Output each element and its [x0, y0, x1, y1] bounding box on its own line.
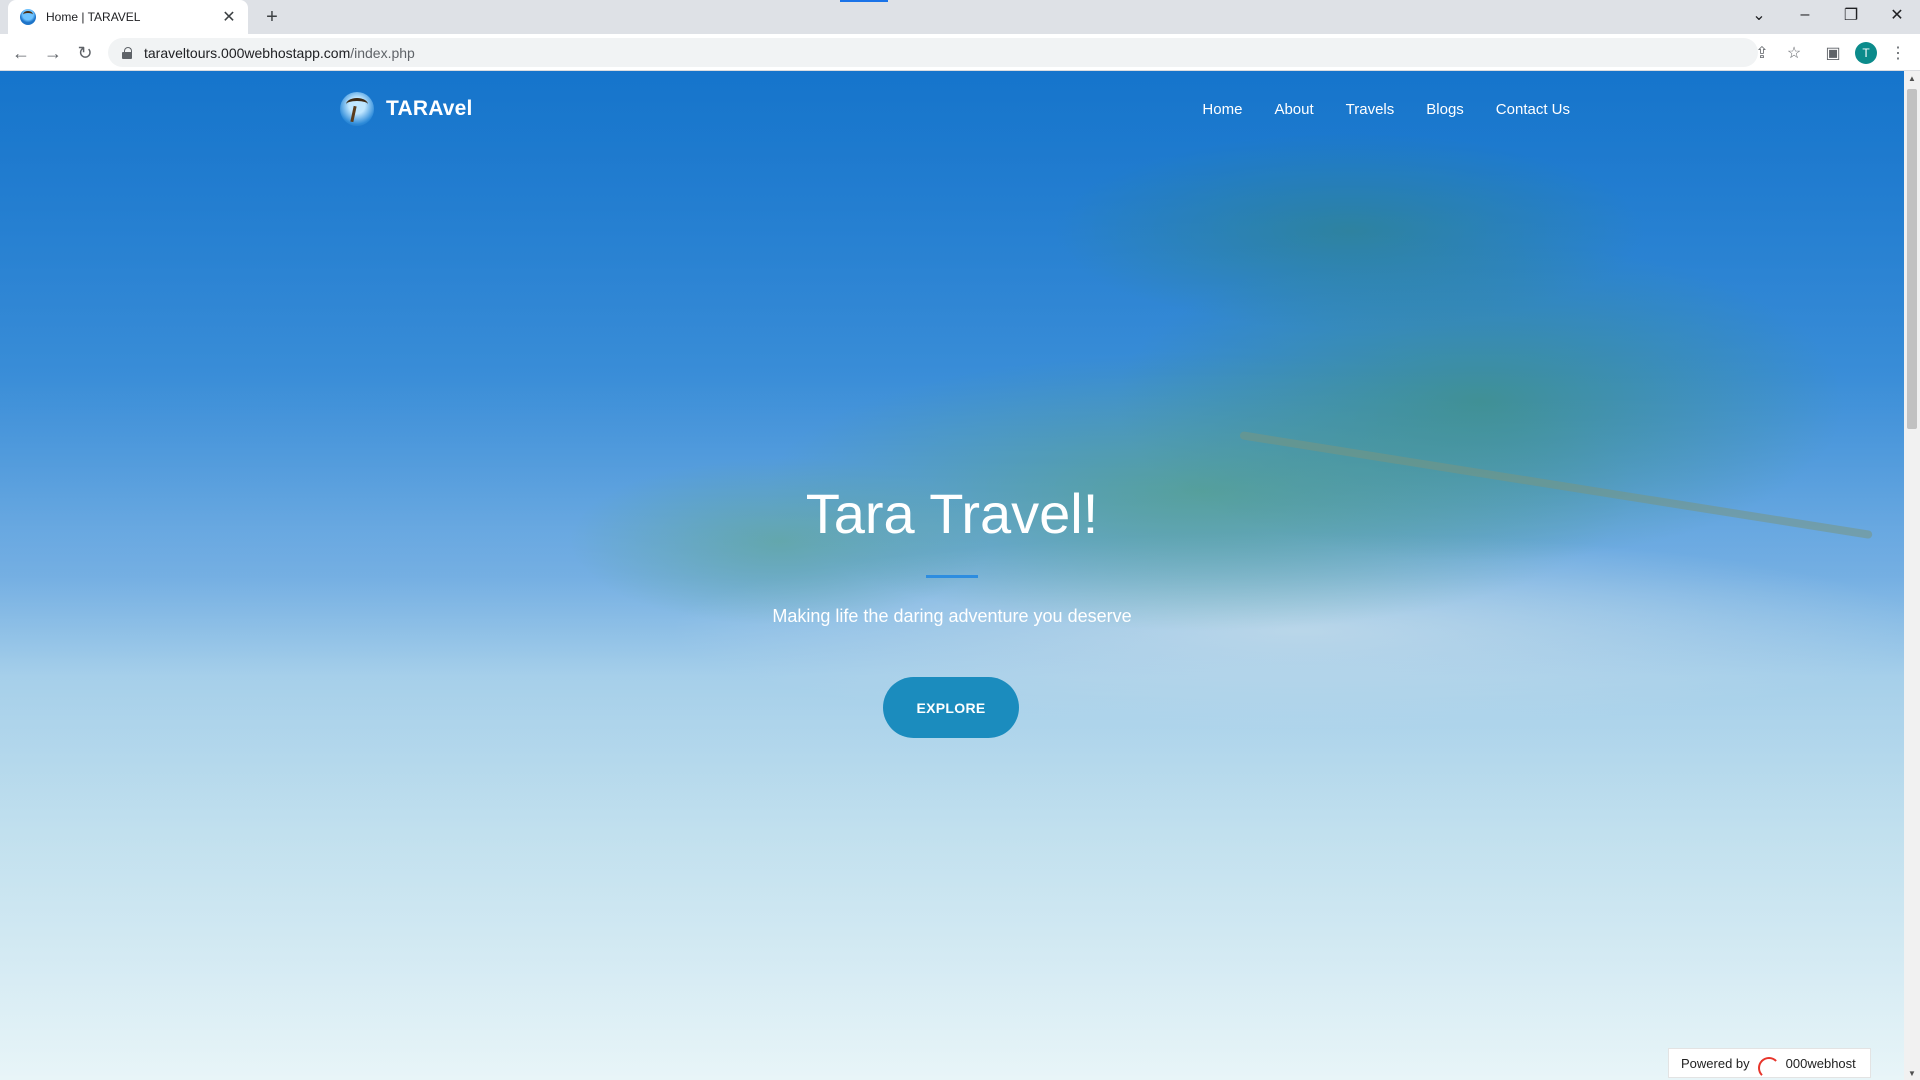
hero-subtitle: Making life the daring adventure you des…	[772, 606, 1132, 626]
000webhost-logo-icon	[1757, 1054, 1780, 1079]
page-viewport: TARAvel Home About Travels Blogs Contact…	[0, 71, 1904, 1080]
explore-button[interactable]: EXPLORE	[883, 677, 1019, 738]
lock-icon[interactable]	[122, 46, 132, 59]
side-panel-icon[interactable]: ▣	[1819, 39, 1847, 67]
site-header: TARAvel Home About Travels Blogs Contact…	[340, 89, 1570, 129]
url-text: taraveltours.000webhostapp.com/index.php	[144, 45, 415, 61]
bookmark-star-icon[interactable]: ☆	[1780, 39, 1808, 67]
site-favicon-icon	[20, 9, 36, 25]
loading-indicator	[840, 0, 888, 2]
palm-globe-logo-icon	[340, 92, 374, 126]
browser-toolbar: ← → ↻ taraveltours.000webhostapp.com/ind…	[0, 34, 1920, 71]
hero-divider	[926, 575, 978, 578]
nav-about[interactable]: About	[1258, 101, 1329, 118]
close-tab-icon[interactable]: ✕	[220, 8, 238, 26]
share-icon[interactable]: ⇪	[1748, 39, 1776, 67]
url-path: /index.php	[350, 44, 415, 61]
browser-tab-active[interactable]: Home | TARAVEL ✕	[8, 0, 248, 34]
nav-home[interactable]: Home	[1186, 101, 1258, 118]
powered-by-badge[interactable]: Powered by 000webhost	[1668, 1048, 1871, 1079]
nav-blogs[interactable]: Blogs	[1410, 101, 1480, 118]
restore-button[interactable]: ❐	[1828, 0, 1874, 30]
page-scrollbar[interactable]: ▲ ▼	[1904, 71, 1920, 1080]
profile-avatar[interactable]: T	[1855, 42, 1877, 64]
scroll-up-arrow-icon[interactable]: ▲	[1904, 71, 1920, 85]
scrollbar-thumb[interactable]	[1907, 89, 1917, 429]
main-menu: Home About Travels Blogs Contact Us	[1186, 101, 1570, 118]
tab-strip: Home | TARAVEL ✕ + ⌄ – ❐ ✕	[0, 0, 1920, 34]
address-bar[interactable]: taraveltours.000webhostapp.com/index.php	[108, 38, 1758, 67]
scroll-down-arrow-icon[interactable]: ▼	[1904, 1066, 1920, 1080]
back-icon[interactable]: ←	[7, 39, 35, 67]
tab-title: Home | TARAVEL	[46, 10, 141, 24]
tab-search-icon[interactable]: ⌄	[1736, 0, 1782, 30]
url-host: taraveltours.000webhostapp.com	[144, 44, 351, 61]
powered-by-brand: 000webhost	[1785, 1055, 1856, 1071]
menu-dots-icon[interactable]: ⋮	[1884, 39, 1912, 67]
hero-title: Tara Travel!	[805, 482, 1099, 545]
new-tab-button[interactable]: +	[260, 5, 284, 29]
brand-link[interactable]: TARAvel	[340, 92, 473, 126]
forward-icon[interactable]: →	[39, 39, 67, 67]
nav-travels[interactable]: Travels	[1330, 101, 1411, 118]
nav-contact-us[interactable]: Contact Us	[1480, 101, 1570, 118]
minimize-button[interactable]: –	[1782, 0, 1828, 30]
powered-by-label: Powered by	[1681, 1055, 1750, 1071]
brand-name: TARAvel	[386, 97, 473, 120]
reload-icon[interactable]: ↻	[71, 39, 99, 67]
close-window-button[interactable]: ✕	[1874, 0, 1920, 30]
